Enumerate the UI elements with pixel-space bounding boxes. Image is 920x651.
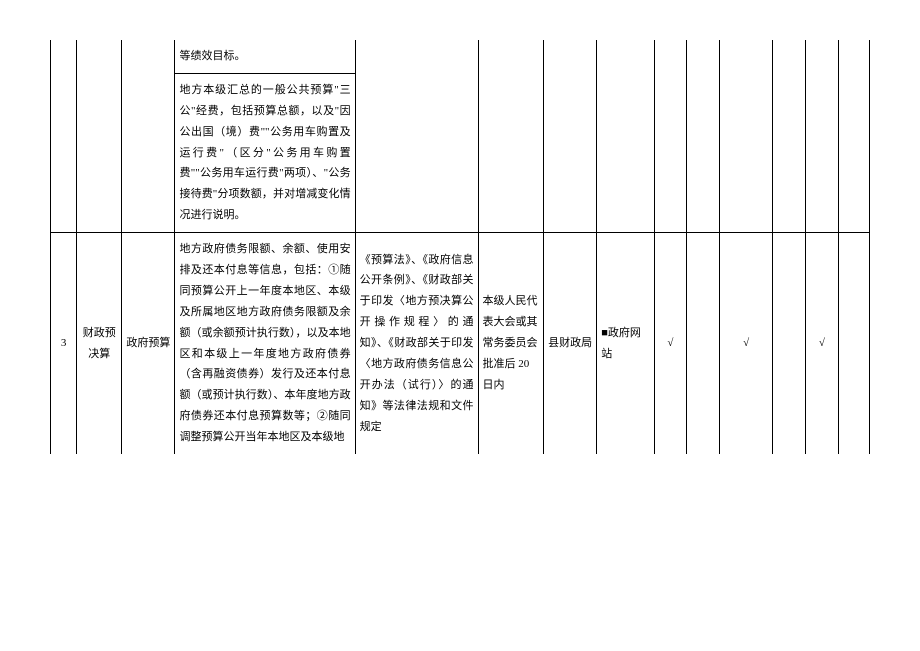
cell-cat-cont [77, 40, 122, 233]
cell-timing-cont [478, 40, 544, 233]
cell-seq-cont [51, 40, 77, 233]
cell-category: 财政预决算 [77, 233, 122, 454]
cell-check2 [687, 233, 720, 454]
cell-channel-cont [597, 40, 654, 233]
cell-dept: 县财政局 [544, 233, 597, 454]
cell-subcat-cont [122, 40, 175, 233]
cell-subcategory: 政府预算 [122, 233, 175, 454]
cell-timing: 本级人民代表大会或其常务委员会批准后 20 日内 [478, 233, 544, 454]
cell-c4-cont [773, 40, 806, 233]
cell-check5: √ [806, 233, 839, 454]
disclosure-table-fragment: 等绩效目标。 地方本级汇总的一般公共预算"三公"经费，包括预算总额，以及"因公出… [50, 40, 870, 454]
cell-check6 [838, 233, 869, 454]
cell-content: 地方政府债务限额、余额、使用安排及还本付息等信息，包括：①随同预算公开上一年度本… [175, 233, 355, 454]
cell-channel: ■政府网站 [597, 233, 654, 454]
cell-content-b: 地方本级汇总的一般公共预算"三公"经费，包括预算总额，以及"因公出国（境）费""… [175, 73, 355, 232]
cell-check4 [773, 233, 806, 454]
cell-content-a: 等绩效目标。 [175, 40, 355, 73]
cell-check1: √ [654, 233, 687, 454]
cell-basis: 《预算法》、《政府信息公开条例》、《财政部关于印发〈地方预决算公开操作规程〉的通… [355, 233, 478, 454]
cell-c2-cont [687, 40, 720, 233]
cell-seq: 3 [51, 233, 77, 454]
cell-c3-cont [720, 40, 773, 233]
cell-dept-cont [544, 40, 597, 233]
table-row: 等绩效目标。 [51, 40, 870, 73]
cell-c6-cont [838, 40, 869, 233]
cell-c5-cont [806, 40, 839, 233]
table-row: 3 财政预决算 政府预算 地方政府债务限额、余额、使用安排及还本付息等信息，包括… [51, 233, 870, 454]
disclosure-table: 等绩效目标。 地方本级汇总的一般公共预算"三公"经费，包括预算总额，以及"因公出… [50, 40, 870, 454]
cell-basis-cont [355, 40, 478, 233]
cell-check3: √ [720, 233, 773, 454]
cell-c1-cont [654, 40, 687, 233]
